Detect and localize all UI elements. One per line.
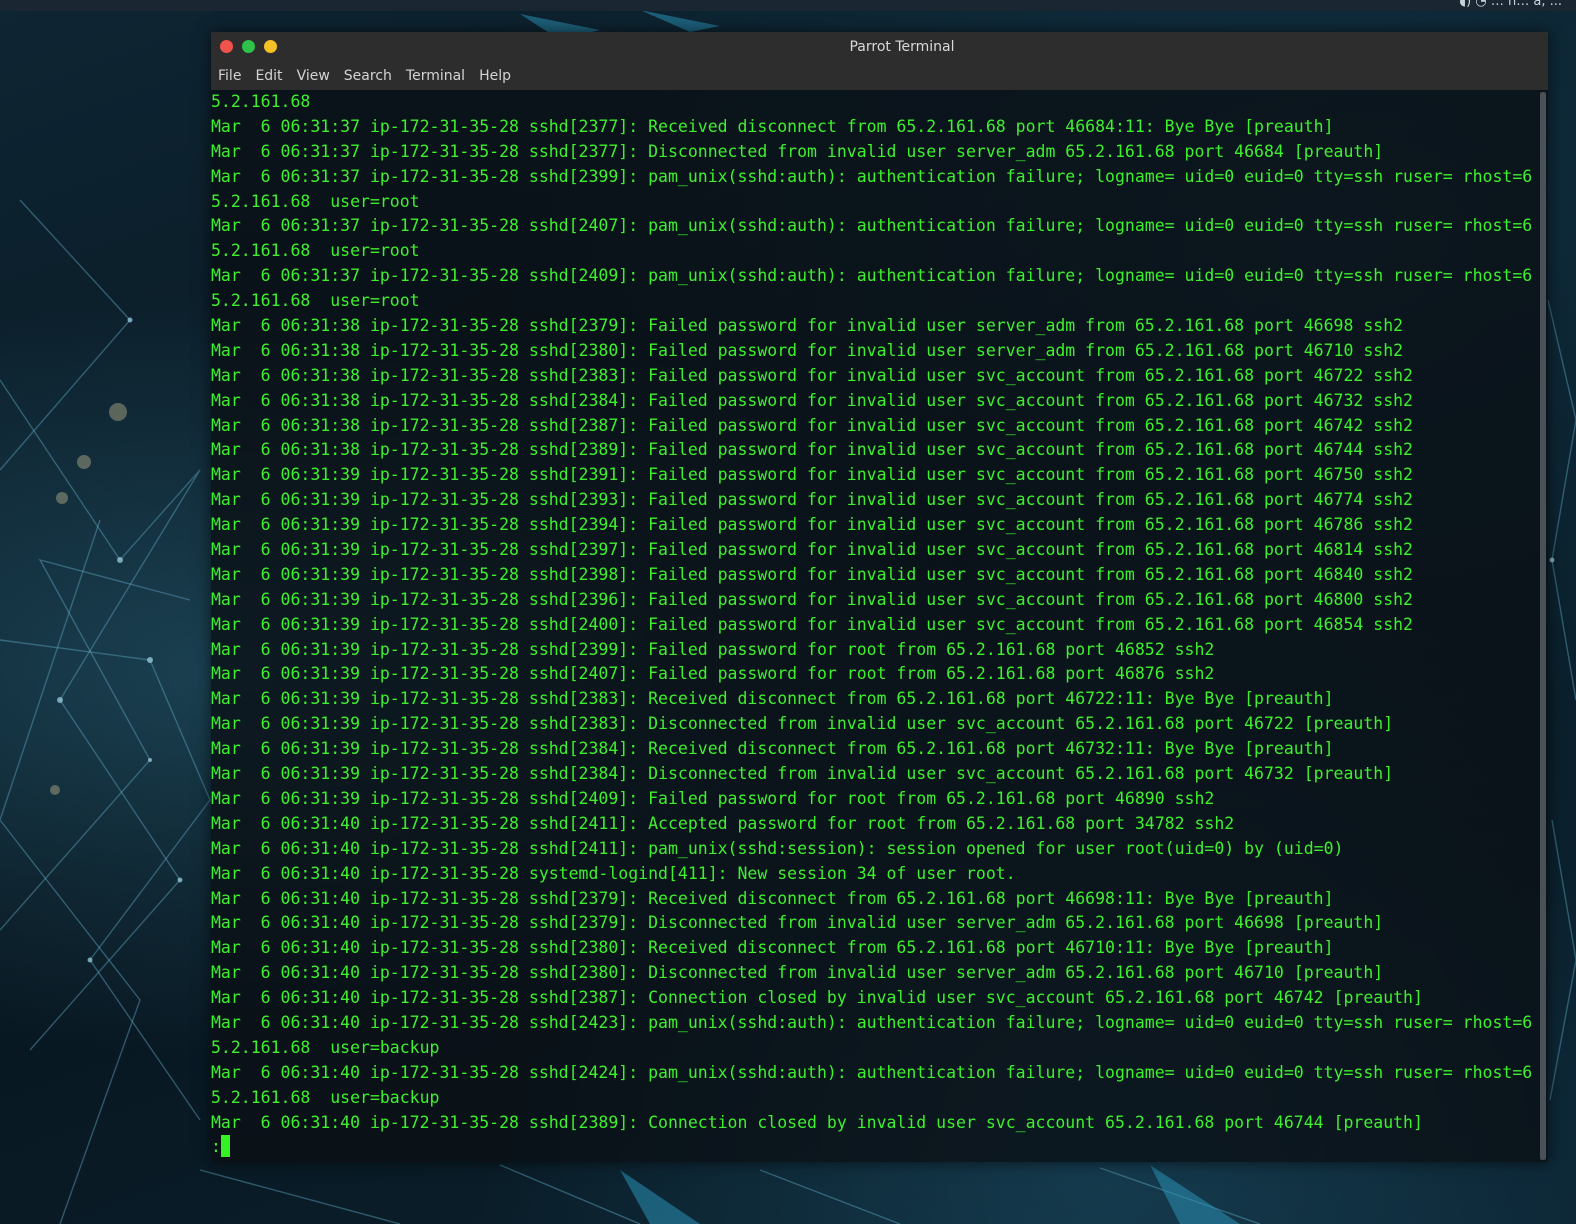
window-title: Parrot Terminal (849, 39, 955, 55)
terminal-line: Mar 6 06:31:39 ip-172-31-35-28 sshd[2398… (211, 564, 1413, 584)
terminal-line: 5.2.161.68 user=backup (211, 1037, 440, 1057)
terminal-line: 5.2.161.68 user=root (211, 291, 420, 311)
terminal-line: Mar 6 06:31:39 ip-172-31-35-28 sshd[2383… (211, 689, 1334, 709)
terminal-line: Mar 6 06:31:38 ip-172-31-35-28 sshd[2383… (211, 365, 1413, 385)
terminal-line: Mar 6 06:31:40 ip-172-31-35-28 sshd[2423… (211, 1012, 1533, 1032)
menu-terminal[interactable]: Terminal (399, 68, 472, 84)
pager-prompt-line[interactable]: : (211, 1135, 1537, 1160)
menu-file[interactable]: File (211, 68, 248, 84)
title-bar[interactable]: Parrot Terminal (211, 32, 1548, 62)
terminal-output-area[interactable]: 5.2.161.68 Mar 6 06:31:37 ip-172-31-35-28… (211, 90, 1537, 1160)
terminal-line: Mar 6 06:31:39 ip-172-31-35-28 sshd[2407… (211, 664, 1215, 684)
terminal-line: Mar 6 06:31:40 ip-172-31-35-28 systemd-l… (211, 863, 1016, 883)
terminal-line: Mar 6 06:31:37 ip-172-31-35-28 sshd[2407… (211, 216, 1533, 236)
terminal-line: Mar 6 06:31:40 ip-172-31-35-28 sshd[2379… (211, 913, 1384, 933)
terminal-lines: 5.2.161.68 Mar 6 06:31:37 ip-172-31-35-28… (211, 90, 1537, 1160)
scrollbar-thumb[interactable] (1540, 92, 1546, 1160)
terminal-line: Mar 6 06:31:40 ip-172-31-35-28 sshd[2379… (211, 888, 1334, 908)
terminal-line: 5.2.161.68 user=backup (211, 1087, 440, 1107)
text-cursor (220, 1135, 230, 1158)
terminal-line: 5.2.161.68 user=root (211, 191, 420, 211)
terminal-line: 5.2.161.68 user=root (211, 241, 420, 261)
terminal-line: Mar 6 06:31:39 ip-172-31-35-28 sshd[2409… (211, 788, 1215, 808)
terminal-line: Mar 6 06:31:39 ip-172-31-35-28 sshd[2399… (211, 639, 1215, 659)
terminal-line: Mar 6 06:31:39 ip-172-31-35-28 sshd[2397… (211, 540, 1413, 560)
terminal-line: Mar 6 06:31:40 ip-172-31-35-28 sshd[2411… (211, 813, 1235, 833)
terminal-scrollbar[interactable] (1540, 92, 1546, 1160)
terminal-line: Mar 6 06:31:40 ip-172-31-35-28 sshd[2389… (211, 1112, 1423, 1132)
terminal-line: Mar 6 06:31:39 ip-172-31-35-28 sshd[2396… (211, 589, 1413, 609)
menu-help[interactable]: Help (472, 68, 518, 84)
terminal-line: Mar 6 06:31:37 ip-172-31-35-28 sshd[2377… (211, 141, 1384, 161)
terminal-line: 5.2.161.68 (211, 92, 311, 111)
terminal-line: Mar 6 06:31:38 ip-172-31-35-28 sshd[2379… (211, 316, 1404, 336)
terminal-line: Mar 6 06:31:39 ip-172-31-35-28 sshd[2393… (211, 490, 1413, 510)
terminal-line: Mar 6 06:31:39 ip-172-31-35-28 sshd[2384… (211, 764, 1394, 784)
menu-search[interactable]: Search (337, 68, 399, 84)
terminal-line: Mar 6 06:31:37 ip-172-31-35-28 sshd[2409… (211, 266, 1533, 286)
terminal-line: Mar 6 06:31:39 ip-172-31-35-28 sshd[2400… (211, 614, 1413, 634)
terminal-line: Mar 6 06:31:38 ip-172-31-35-28 sshd[2389… (211, 440, 1413, 460)
terminal-line: Mar 6 06:31:40 ip-172-31-35-28 sshd[2380… (211, 963, 1384, 983)
menu-bar: File Edit View Search Terminal Help (211, 62, 1548, 90)
terminal-line: Mar 6 06:31:40 ip-172-31-35-28 sshd[2424… (211, 1062, 1533, 1082)
terminal-line: Mar 6 06:31:39 ip-172-31-35-28 sshd[2384… (211, 739, 1334, 759)
terminal-line: Mar 6 06:31:38 ip-172-31-35-28 sshd[2387… (211, 415, 1413, 435)
pager-prompt: : (211, 1137, 221, 1157)
terminal-window[interactable]: Parrot Terminal File Edit View Search Te… (211, 32, 1548, 1162)
terminal-line: Mar 6 06:31:39 ip-172-31-35-28 sshd[2391… (211, 465, 1413, 485)
terminal-line: Mar 6 06:31:38 ip-172-31-35-28 sshd[2384… (211, 390, 1413, 410)
terminal-line: Mar 6 06:31:40 ip-172-31-35-28 sshd[2387… (211, 988, 1423, 1008)
terminal-line: Mar 6 06:31:38 ip-172-31-35-28 sshd[2380… (211, 340, 1404, 360)
desktop-top-panel: ◖) ◔ … n… a, ... (0, 0, 1576, 11)
terminal-line: Mar 6 06:31:40 ip-172-31-35-28 sshd[2380… (211, 938, 1334, 958)
terminal-line: Mar 6 06:31:39 ip-172-31-35-28 sshd[2383… (211, 714, 1394, 734)
menu-view[interactable]: View (290, 68, 337, 84)
terminal-line: Mar 6 06:31:40 ip-172-31-35-28 sshd[2411… (211, 838, 1344, 858)
menu-edit[interactable]: Edit (248, 68, 289, 84)
system-tray[interactable]: ◖) ◔ … n… a, ... (1459, 0, 1562, 9)
terminal-line: Mar 6 06:31:37 ip-172-31-35-28 sshd[2377… (211, 116, 1334, 136)
terminal-line: Mar 6 06:31:39 ip-172-31-35-28 sshd[2394… (211, 515, 1413, 535)
terminal-line: Mar 6 06:31:37 ip-172-31-35-28 sshd[2399… (211, 166, 1533, 186)
